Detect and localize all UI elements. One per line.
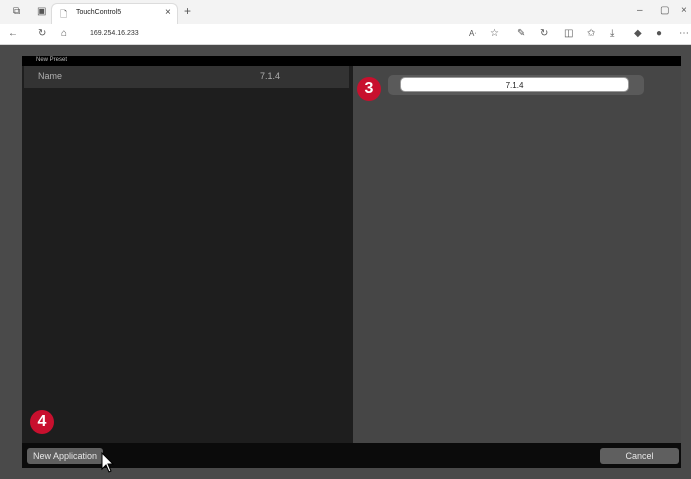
- cancel-button[interactable]: Cancel: [600, 448, 679, 464]
- downloads-icon[interactable]: ⤓: [610, 28, 614, 40]
- app-area: New Preset Name 7.1.4 7.1.4 New Applicat…: [0, 45, 691, 479]
- workspaces-icon[interactable]: ⧉: [13, 6, 20, 18]
- url-field[interactable]: 169.254.16.233: [80, 28, 473, 40]
- refresh-icon[interactable]: ↻: [38, 28, 46, 40]
- mouse-cursor-icon: [101, 452, 115, 473]
- extension-icon[interactable]: ✎: [517, 28, 525, 40]
- properties-list: Name 7.1.4: [22, 66, 353, 443]
- preset-dialog: New Preset Name 7.1.4 7.1.4 New Applicat…: [22, 56, 681, 468]
- name-row-value: 7.1.4: [260, 71, 281, 81]
- name-row-label: Name: [38, 71, 63, 81]
- favorite-icon[interactable]: ☆: [490, 28, 499, 40]
- more-icon[interactable]: ⋯: [679, 28, 689, 40]
- new-tab-icon[interactable]: +: [184, 5, 191, 17]
- back-icon[interactable]: ←: [8, 28, 18, 40]
- name-input[interactable]: 7.1.4: [400, 77, 629, 92]
- close-window-icon[interactable]: ×: [681, 5, 687, 17]
- dialog-header: New Preset: [22, 56, 681, 66]
- name-row[interactable]: Name 7.1.4: [24, 66, 349, 88]
- new-application-button[interactable]: New Application: [27, 448, 103, 464]
- copilot-icon[interactable]: ◆: [634, 28, 642, 40]
- tab-title: TouchControl5: [76, 9, 122, 16]
- favorites-icon[interactable]: ✩: [587, 28, 595, 40]
- restore-icon[interactable]: ▢: [660, 5, 669, 17]
- profile-icon[interactable]: ●: [656, 28, 662, 40]
- split-screen-icon[interactable]: ◫: [564, 28, 573, 40]
- home-icon[interactable]: ⌂: [61, 28, 67, 40]
- refresh-page-icon[interactable]: ↻: [540, 28, 548, 40]
- browser-titlebar: ⧉ ▣ 🗋 TouchControl5 × + – ▢ ×: [0, 0, 691, 24]
- read-aloud-icon[interactable]: Aᐧ: [469, 28, 476, 40]
- dialog-title: New Preset: [36, 57, 68, 63]
- address-bar-row: ← ↻ ⌂ 169.254.16.233 Aᐧ ☆ ✎ ↻ ◫ ✩ ⤓ ◆ ● …: [0, 24, 691, 45]
- step-4-badge: 4: [30, 410, 54, 434]
- browser-tab[interactable]: 🗋 TouchControl5 ×: [51, 3, 178, 24]
- dialog-footer: New Application Cancel: [22, 443, 681, 468]
- edit-pane: 7.1.4: [353, 66, 681, 443]
- minimize-icon[interactable]: –: [637, 5, 643, 17]
- step-3-badge: 3: [357, 77, 381, 101]
- page-icon: 🗋: [60, 9, 68, 19]
- tab-close-icon[interactable]: ×: [165, 7, 171, 18]
- tab-actions-icon[interactable]: ▣: [37, 6, 46, 18]
